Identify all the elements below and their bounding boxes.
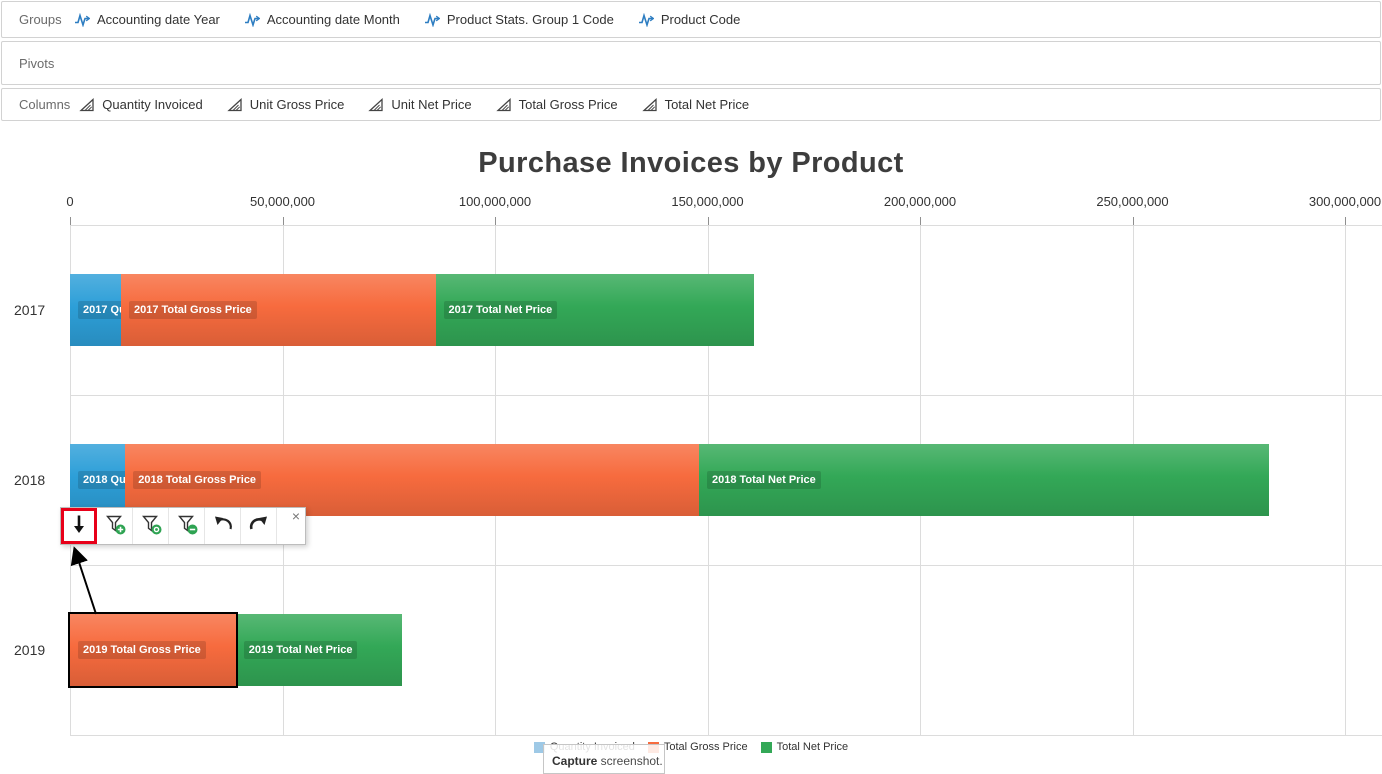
x-tick-label: 200,000,000: [884, 194, 956, 209]
legend-item-total-net-price[interactable]: Total Net Price: [761, 741, 849, 753]
filter-zero-button[interactable]: [133, 508, 169, 544]
bar-label: 2017 Quantity Invoiced: [78, 301, 121, 319]
y-category-label: 2018: [14, 472, 45, 488]
bar-segment-2017-quantity-invoiced[interactable]: 2017 Quantity Invoiced: [70, 274, 121, 346]
horizontal-gridline: [70, 735, 1382, 736]
y-category-label: 2017: [14, 302, 45, 318]
filter-remove-button[interactable]: [169, 508, 205, 544]
vertical-gridline: [1345, 225, 1346, 735]
bar-label: 2019 Total Gross Price: [78, 641, 206, 659]
y-category-label: 2019: [14, 642, 45, 658]
x-tick-mark: [920, 217, 921, 225]
tooltip-text-bold: Capture: [552, 754, 597, 768]
x-tick-mark: [283, 217, 284, 225]
drill-down-button[interactable]: [61, 508, 97, 544]
redo-icon: [248, 514, 270, 539]
horizontal-gridline: [70, 225, 1382, 226]
bar-segment-2018-total-gross-price[interactable]: 2018 Total Gross Price: [125, 444, 699, 516]
chart-area: Purchase Invoices by Product 0 50,000,000…: [0, 0, 1382, 763]
x-tick-label: 0: [66, 194, 73, 209]
bar-label: 2018 Total Net Price: [707, 471, 821, 489]
x-tick-mark: [1345, 217, 1346, 225]
x-tick-mark: [1133, 217, 1134, 225]
x-tick-label: 250,000,000: [1096, 194, 1168, 209]
filter-remove-icon: [176, 513, 198, 540]
annotation-arrow: [58, 540, 118, 622]
bar-segment-2019-total-gross-price[interactable]: 2019 Total Gross Price: [70, 614, 236, 686]
x-tick-label: 50,000,000: [250, 194, 315, 209]
bar-segment-2018-quantity-invoiced[interactable]: 2018 Quantity Invoiced: [70, 444, 125, 516]
horizontal-gridline: [70, 395, 1382, 396]
context-toolbar: ×: [60, 507, 306, 545]
bar-label: 2018 Total Gross Price: [133, 471, 261, 489]
tooltip-text: screenshot.: [597, 754, 662, 768]
x-tick-mark: [708, 217, 709, 225]
filter-zero-icon: [140, 513, 162, 540]
filter-add-button[interactable]: [97, 508, 133, 544]
x-tick-mark: [70, 217, 71, 225]
bar-label: 2018 Quantity Invoiced: [78, 471, 125, 489]
legend-swatch: [761, 742, 772, 753]
x-tick-mark: [495, 217, 496, 225]
chart-legend: Quantity InvoicedTotal Gross PriceTotal …: [0, 741, 1382, 753]
x-tick-label: 150,000,000: [671, 194, 743, 209]
redo-button[interactable]: [241, 508, 277, 544]
capture-screenshot-tooltip: Capture screenshot.: [543, 744, 665, 774]
undo-icon: [212, 514, 234, 539]
bar-label: 2019 Total Net Price: [244, 641, 358, 659]
x-tick-label: 100,000,000: [459, 194, 531, 209]
filter-add-icon: [104, 513, 126, 540]
bar-segment-2017-total-gross-price[interactable]: 2017 Total Gross Price: [121, 274, 436, 346]
undo-button[interactable]: [205, 508, 241, 544]
bar-segment-2018-total-net-price[interactable]: 2018 Total Net Price: [699, 444, 1269, 516]
legend-label: Total Net Price: [777, 741, 849, 753]
chart-title: Purchase Invoices by Product: [0, 147, 1382, 180]
close-icon[interactable]: ×: [292, 509, 300, 523]
x-tick-label: 300,000,000: [1309, 194, 1381, 209]
horizontal-gridline: [70, 565, 1382, 566]
bar-segment-2019-total-net-price[interactable]: 2019 Total Net Price: [236, 614, 402, 686]
bar-label: 2017 Total Net Price: [444, 301, 558, 319]
bar-segment-2017-total-net-price[interactable]: 2017 Total Net Price: [436, 274, 755, 346]
drill-down-icon: [69, 513, 89, 540]
legend-label: Total Gross Price: [664, 741, 748, 753]
bar-label: 2017 Total Gross Price: [129, 301, 257, 319]
